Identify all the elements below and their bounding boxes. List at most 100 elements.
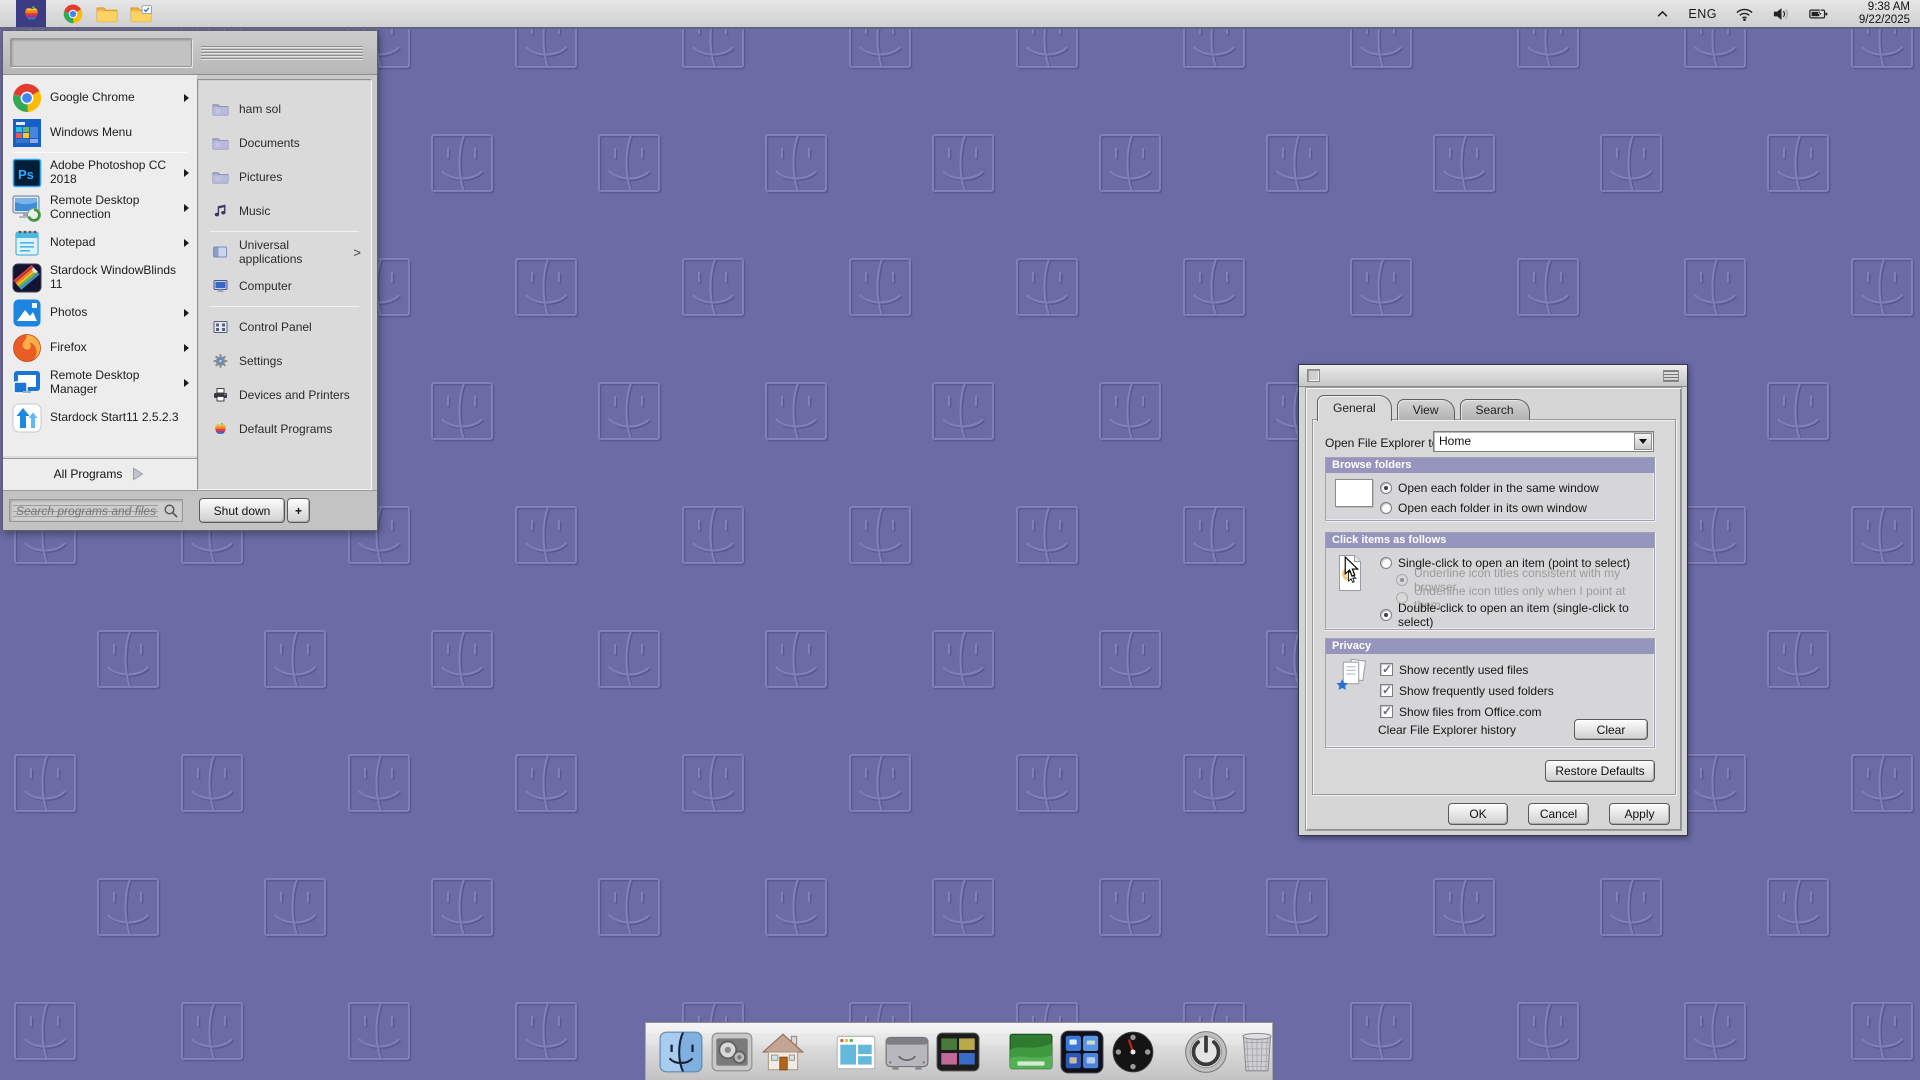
start-menu-item-windows-menu[interactable]: Windows Menu (3, 115, 197, 150)
folder-icon[interactable] (96, 4, 118, 24)
radio-option-open-each-folder-in-its-own-window[interactable]: Open each folder in its own window (1380, 498, 1650, 518)
photoshop-icon: Ps (12, 158, 42, 188)
radio-icon[interactable] (1380, 609, 1392, 621)
start-menu-place-computer[interactable]: Computer (198, 269, 371, 303)
combobox-dropdown-button[interactable] (1634, 433, 1652, 450)
folder-check-icon[interactable] (130, 4, 152, 24)
start-menu-place-pictures[interactable]: Pictures (198, 160, 371, 194)
window-shade-icon[interactable] (1663, 370, 1679, 382)
start-menu-item-firefox[interactable]: Firefox (3, 330, 197, 365)
start-menu-item-photos[interactable]: Photos (3, 295, 197, 330)
dialog-tabs: GeneralViewSearch (1317, 393, 1535, 420)
start-menu-item-label: Notepad (50, 236, 174, 250)
start-menu-item-stardock-windowblinds-11[interactable]: Stardock WindowBlinds 11 (3, 260, 197, 295)
start-menu-item-label: Windows Menu (50, 126, 189, 140)
mouse-cursor (1344, 556, 1359, 579)
place-label: Music (239, 204, 270, 218)
dock-trash-icon[interactable] (1234, 1029, 1280, 1075)
battery-icon[interactable] (1809, 6, 1828, 22)
browse-folders-icon (1335, 479, 1373, 507)
checkbox-icon[interactable] (1380, 663, 1393, 676)
start-menu-item-label: Firefox (50, 341, 174, 355)
start-menu-place-documents[interactable]: Documents (198, 126, 371, 160)
start-menu-place-ham-sol[interactable]: ham sol (198, 92, 371, 126)
music-icon (212, 203, 229, 219)
svg-text:Ps: Ps (18, 167, 34, 182)
clear-button[interactable]: Clear (1574, 719, 1648, 740)
submenu-arrow-icon (184, 94, 189, 102)
open-to-combobox[interactable]: Home (1433, 431, 1654, 452)
wifi-icon[interactable] (1735, 6, 1754, 22)
start-menu-item-stardock-start11-2-5-2-3[interactable]: Stardock Start11 2.5.2.3 (3, 400, 197, 435)
start-menu-item-remote-desktop-connection[interactable]: Remote Desktop Connection (3, 190, 197, 225)
start-menu-place-default-programs[interactable]: Default Programs (198, 412, 371, 446)
dock-media-icon[interactable] (935, 1029, 981, 1075)
volume-icon[interactable] (1772, 6, 1791, 22)
windowblinds-icon (12, 263, 42, 293)
radio-icon[interactable] (1380, 482, 1392, 494)
apply-button[interactable]: Apply (1609, 803, 1670, 825)
cancel-button[interactable]: Cancel (1528, 803, 1589, 825)
close-box-icon[interactable] (1307, 369, 1320, 382)
radio-icon[interactable] (1396, 592, 1408, 604)
checkbox-icon[interactable] (1380, 705, 1393, 718)
dock-app-grid-icon[interactable] (1059, 1029, 1105, 1075)
cpanel-icon (212, 319, 229, 335)
separator (210, 231, 359, 232)
dock-power-icon[interactable] (1183, 1029, 1229, 1075)
dock-system-preferences-icon[interactable] (709, 1029, 755, 1075)
firefox-icon (12, 333, 42, 363)
start-menu-item-google-chrome[interactable]: Google Chrome (3, 80, 197, 115)
checkbox-option-show-recently-used-files[interactable]: Show recently used files (1380, 659, 1650, 680)
radio-icon[interactable] (1396, 574, 1408, 586)
dock-dashboard-icon[interactable] (1110, 1029, 1156, 1075)
all-programs-arrow-icon (130, 466, 146, 482)
radio-icon[interactable] (1380, 557, 1392, 569)
tab-search[interactable]: Search (1460, 399, 1530, 420)
search-box[interactable] (9, 499, 183, 522)
notepad-icon (12, 228, 42, 258)
dock-home-icon[interactable] (760, 1029, 806, 1075)
dialog-titlebar[interactable] (1299, 365, 1687, 387)
dock-desktop-icon[interactable] (1008, 1029, 1054, 1075)
separator (13, 152, 187, 153)
dock-hard-drive-icon[interactable] (884, 1029, 930, 1075)
dock-finder-icon[interactable] (658, 1029, 704, 1075)
place-label: Documents (239, 136, 300, 150)
all-programs-button[interactable]: All Programs (3, 458, 197, 488)
checkbox-icon[interactable] (1380, 684, 1393, 697)
tray-expand-chevron-icon[interactable] (1655, 7, 1670, 21)
checkbox-option-show-frequently-used-folders[interactable]: Show frequently used folders (1380, 680, 1650, 701)
start-button[interactable] (16, 0, 46, 27)
tab-view[interactable]: View (1397, 399, 1455, 420)
shutdown-button[interactable]: Shut down (199, 498, 285, 523)
taskbar-icons (62, 4, 152, 24)
tab-general[interactable]: General (1317, 395, 1392, 421)
submenu-arrow-icon (184, 239, 189, 247)
start-menu-place-devices-and-printers[interactable]: Devices and Printers (198, 378, 371, 412)
ok-button[interactable]: OK (1448, 803, 1508, 825)
restore-defaults-button[interactable]: Restore Defaults (1545, 760, 1655, 782)
clock[interactable]: 9:38 AM 9/22/2025 (1846, 1, 1910, 27)
start-menu-place-music[interactable]: Music (198, 194, 371, 228)
start-menu-place-control-panel[interactable]: Control Panel (198, 310, 371, 344)
radio-option-open-each-folder-in-the-same-window[interactable]: Open each folder in the same window (1380, 478, 1650, 498)
start-menu-item-notepad[interactable]: Notepad (3, 225, 197, 260)
dock-panels-icon[interactable] (833, 1029, 879, 1075)
start-menu-item-remote-desktop-manager[interactable]: Remote Desktop Manager (3, 365, 197, 400)
start-menu-place-universal-applications[interactable]: Universal applications (198, 235, 371, 269)
option-label: Open each folder in the same window (1398, 481, 1599, 495)
chrome-icon[interactable] (62, 4, 84, 24)
computer-icon (212, 278, 229, 294)
shutdown-options-button[interactable]: + (287, 498, 310, 523)
search-input[interactable] (10, 500, 182, 521)
start-menu-place-settings[interactable]: Settings (198, 344, 371, 378)
folder-sm-icon (212, 101, 229, 117)
radio-icon[interactable] (1380, 502, 1392, 514)
printer-icon (212, 387, 229, 403)
start-menu-item-adobe-photoshop-cc-2018[interactable]: PsAdobe Photoshop CC 2018 (3, 155, 197, 190)
radio-option-double-click-to-open-an-item-single-click-to-select[interactable]: Double-click to open an item (single-cli… (1380, 607, 1650, 625)
option-label: Double-click to open an item (single-cli… (1398, 601, 1650, 629)
language-indicator[interactable]: ENG (1688, 7, 1717, 21)
place-label: Devices and Printers (239, 388, 350, 402)
